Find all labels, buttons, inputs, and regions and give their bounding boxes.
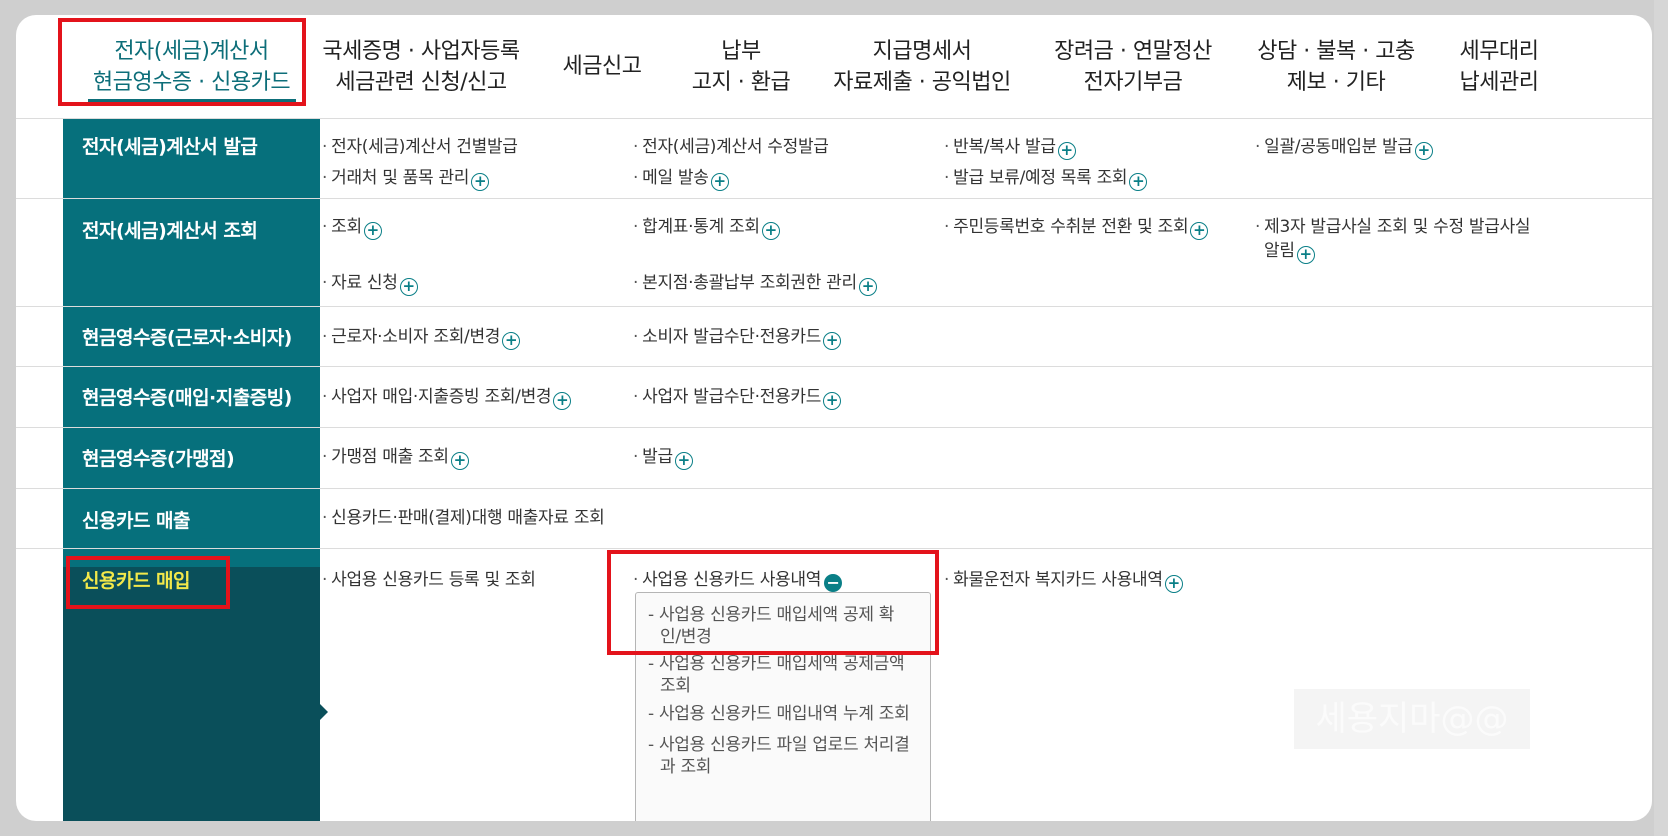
expand-plus-icon[interactable]: + bbox=[1190, 222, 1209, 240]
menu-link[interactable]: · 전자(세금)계산서 수정발급 bbox=[633, 132, 829, 157]
expand-plus-icon[interactable]: + bbox=[1414, 142, 1433, 160]
menu-link[interactable]: · 자료 신청 + bbox=[322, 268, 418, 296]
active-tab-underline bbox=[88, 99, 296, 103]
category-label[interactable]: 현금영수증(가맹점) bbox=[82, 444, 235, 471]
expand-plus-icon[interactable]: + bbox=[450, 452, 469, 470]
category-label[interactable]: 전자(세금)계산서 조회 bbox=[82, 216, 258, 243]
category-label-active[interactable]: 신용카드 매입 bbox=[82, 566, 191, 593]
nav-label-line2: 세금관련 신청/신고 bbox=[335, 69, 507, 95]
menu-link[interactable]: · 화물운전자 복지카드 사용내역 + bbox=[944, 565, 1183, 593]
nav-label-line1: 국세증명 · 사업자등록 bbox=[322, 38, 520, 64]
category-label[interactable]: 전자(세금)계산서 발급 bbox=[82, 132, 258, 159]
expand-plus-icon[interactable]: + bbox=[674, 452, 693, 470]
nav-tax-filing[interactable]: 세금신고 bbox=[551, 15, 653, 118]
expand-plus-icon[interactable]: + bbox=[823, 332, 842, 350]
expand-plus-icon[interactable]: + bbox=[710, 173, 729, 191]
nav-label-line1: 상담 · 불복 · 고충 bbox=[1257, 38, 1415, 64]
top-nav: 전자(세금)계산서 현금영수증 · 신용카드 국세증명 · 사업자등록 세금관련… bbox=[16, 15, 1652, 119]
watermark: 세용지마@@ bbox=[1294, 689, 1530, 749]
scrollbar[interactable] bbox=[1654, 0, 1668, 836]
menu-row-cashreceipt-business: 현금영수증(매입·지출증빙) · 사업자 매입·지출증빙 조회/변경 + · 사업자 … bbox=[16, 367, 1652, 428]
nav-label-line1: 장려금 · 연말정산 bbox=[1054, 38, 1212, 64]
nav-tax-agent[interactable]: 세무대리 납세관리 bbox=[1454, 15, 1544, 118]
submenu-item[interactable]: - 사업용 신용카드 매입세액 공제금액 조회 bbox=[648, 653, 930, 697]
menu-row-cashreceipt-merchant: 현금영수증(가맹점) · 가맹점 매출 조회 + · 발급 + bbox=[16, 428, 1652, 489]
menu-row-einvoice-inquiry: 전자(세금)계산서 조회 · 조회 + · 합계표·통계 조회 + · 주민등록번호 수취… bbox=[16, 199, 1652, 307]
nav-label-line2: 전자기부금 bbox=[1083, 69, 1183, 95]
collapse-minus-icon[interactable]: − bbox=[824, 574, 843, 592]
menu-link[interactable]: · 조회 + bbox=[322, 212, 382, 240]
category-label[interactable]: 현금영수증(매입·지출증빙) bbox=[82, 383, 292, 410]
menu-link[interactable]: · 메일 발송 + bbox=[633, 163, 729, 191]
expand-plus-icon[interactable]: + bbox=[1164, 575, 1183, 593]
menu-row-creditcard-sales: 신용카드 매출 · 신용카드·판매(결제)대행 매출자료 조회 bbox=[16, 489, 1652, 549]
menu-link-expanded[interactable]: · 사업용 신용카드 사용내역 − bbox=[633, 565, 843, 592]
menu-link[interactable]: · 합계표·통계 조회 + bbox=[633, 212, 780, 240]
nav-label-line1: 납부 bbox=[721, 38, 761, 64]
expand-plus-icon[interactable]: + bbox=[553, 392, 572, 410]
submenu-item[interactable]: - 사업용 신용카드 매입내역 누계 조회 bbox=[648, 703, 930, 725]
nav-label-line2: 고지 · 환급 bbox=[691, 69, 791, 95]
menu-link[interactable]: · 신용카드·판매(결제)대행 매출자료 조회 bbox=[322, 503, 605, 528]
nav-label-line1: 전자(세금)계산서 bbox=[114, 38, 269, 64]
nav-tax-certificate[interactable]: 국세증명 · 사업자등록 세금관련 신청/신고 bbox=[321, 15, 521, 118]
menu-link[interactable]: · 발급 보류/예정 목록 조회 + bbox=[944, 163, 1148, 191]
expand-plus-icon[interactable]: + bbox=[1057, 142, 1076, 160]
menu-link[interactable]: · 사업용 신용카드 등록 및 조회 bbox=[322, 565, 536, 590]
nav-incentive-yearend[interactable]: 장려금 · 연말정산 전자기부금 bbox=[1048, 15, 1218, 118]
menu-link[interactable]: · 제3자 발급사실 조회 및 수정 발급사실 bbox=[1255, 212, 1531, 237]
expand-plus-icon[interactable]: + bbox=[823, 392, 842, 410]
expand-plus-icon[interactable]: + bbox=[471, 173, 490, 191]
menu-row-cashreceipt-consumer: 현금영수증(근로자·소비자) · 근로자·소비자 조회/변경 + · 소비자 발급수단… bbox=[16, 307, 1652, 367]
nav-payment-statement[interactable]: 지급명세서 자료제출 · 공익법인 bbox=[831, 15, 1013, 118]
nav-label-line2: 제보 · 기타 bbox=[1286, 69, 1386, 95]
submenu-item[interactable]: - 사업용 신용카드 파일 업로드 처리결 과 조회 bbox=[648, 734, 930, 778]
menu-link[interactable]: · 주민등록번호 수취분 전환 및 조회 + bbox=[944, 212, 1209, 240]
menu-link[interactable]: · 거래처 및 품목 관리 + bbox=[322, 163, 490, 191]
category-label[interactable]: 신용카드 매출 bbox=[82, 506, 191, 533]
menu-link[interactable]: · 일괄/공동매입분 발급 + bbox=[1255, 132, 1433, 160]
menu-link[interactable]: · 근로자·소비자 조회/변경 + bbox=[322, 322, 521, 350]
nav-label-line1: 지급명세서 bbox=[872, 38, 972, 64]
menu-link-continued[interactable]: 알림 + bbox=[1264, 236, 1315, 264]
category-label[interactable]: 현금영수증(근로자·소비자) bbox=[82, 323, 292, 350]
menu-link[interactable]: · 가맹점 매출 조회 + bbox=[322, 442, 469, 470]
expand-plus-icon[interactable]: + bbox=[502, 332, 521, 350]
menu-link[interactable]: · 소비자 발급수단·전용카드 + bbox=[633, 322, 842, 350]
nav-label-line2: 자료제출 · 공익법인 bbox=[833, 69, 1011, 95]
submenu-panel: - 사업용 신용카드 매입세액 공제 확 인/변경 - 사업용 신용카드 매입세액… bbox=[635, 592, 931, 821]
expand-plus-icon[interactable]: + bbox=[761, 222, 780, 240]
menu-link[interactable]: · 사업자 발급수단·전용카드 + bbox=[633, 382, 842, 410]
expand-plus-icon[interactable]: + bbox=[363, 222, 382, 240]
expand-plus-icon[interactable]: + bbox=[1129, 173, 1148, 191]
expand-plus-icon[interactable]: + bbox=[858, 278, 877, 296]
menu-link[interactable]: · 전자(세금)계산서 건별발급 bbox=[322, 132, 518, 157]
expand-plus-icon[interactable]: + bbox=[1296, 246, 1315, 264]
nav-label-line1: 세무대리 bbox=[1459, 38, 1539, 64]
menu-panel: 전자(세금)계산서 현금영수증 · 신용카드 국세증명 · 사업자등록 세금관련… bbox=[16, 15, 1652, 821]
nav-label-line2: 현금영수증 · 신용카드 bbox=[92, 69, 291, 95]
submenu-item[interactable]: - 사업용 신용카드 매입세액 공제 확 인/변경 bbox=[648, 604, 930, 648]
menu-link[interactable]: · 발급 + bbox=[633, 442, 693, 470]
menu-link[interactable]: · 사업자 매입·지출증빙 조회/변경 + bbox=[322, 382, 572, 410]
nav-payment[interactable]: 납부 고지 · 환급 bbox=[681, 15, 801, 118]
nav-consult-appeal[interactable]: 상담 · 불복 · 고충 제보 · 기타 bbox=[1251, 15, 1421, 118]
menu-link[interactable]: · 반복/복사 발급 + bbox=[944, 132, 1076, 160]
nav-label-line1: 세금신고 bbox=[562, 54, 642, 79]
menu-link[interactable]: · 본지점·총괄납부 조회권한 관리 + bbox=[633, 268, 877, 296]
menu-row-einvoice-issue: 전자(세금)계산서 발급 · 전자(세금)계산서 건별발급 · 전자(세금)계산서 … bbox=[16, 119, 1652, 199]
nav-label-line2: 납세관리 bbox=[1459, 69, 1539, 95]
expand-plus-icon[interactable]: + bbox=[399, 278, 418, 296]
